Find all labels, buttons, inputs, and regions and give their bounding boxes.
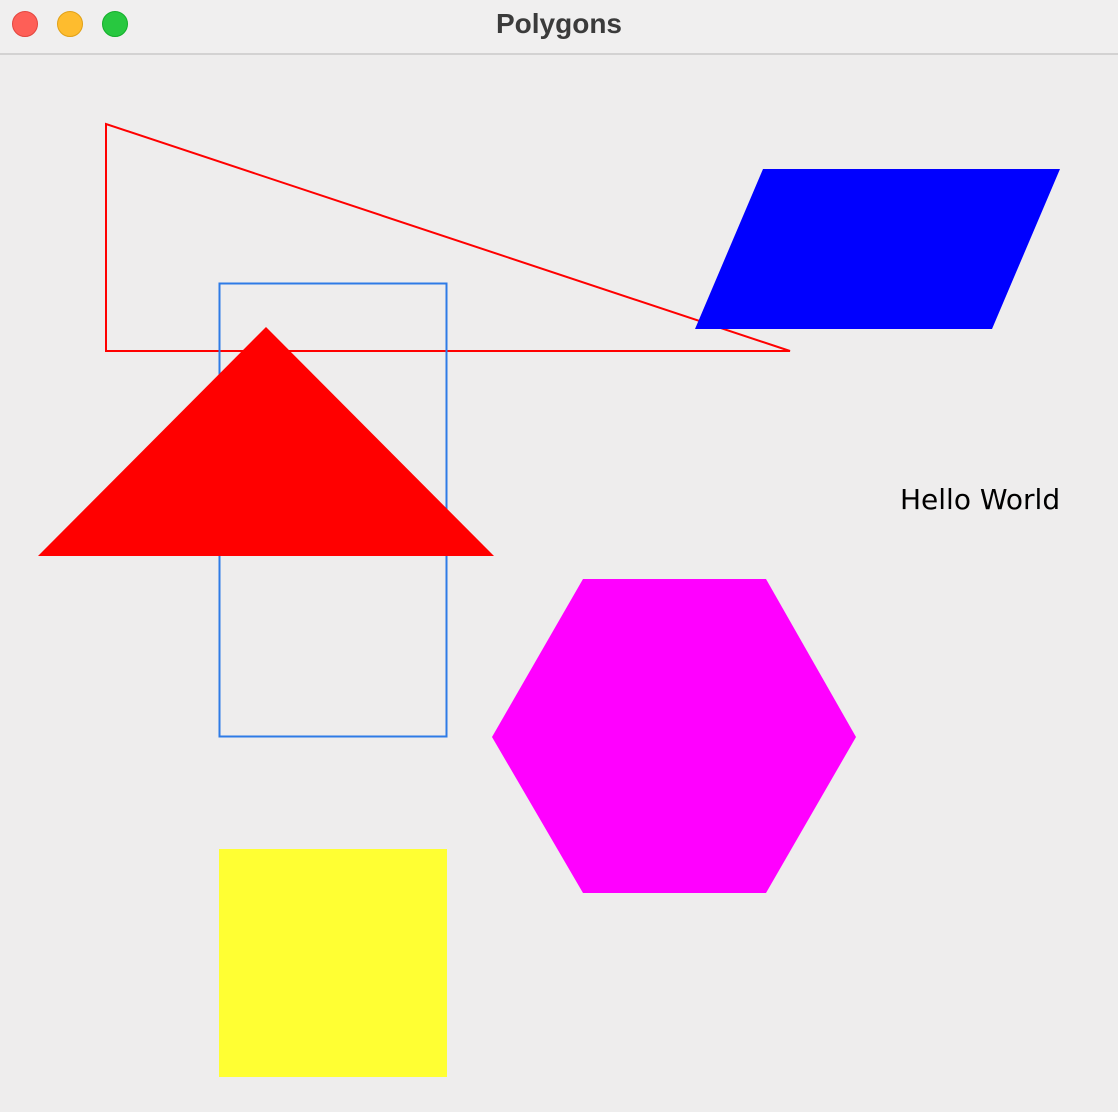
blue-parallelogram <box>695 169 1060 329</box>
red-filled-triangle <box>38 327 494 556</box>
drawing-canvas: Hello World <box>38 122 1060 1077</box>
outline-triangle <box>105 122 791 352</box>
magenta-hexagon <box>492 579 856 893</box>
yellow-square <box>219 849 447 1077</box>
hello-world-text: Hello World <box>900 483 1060 516</box>
app-window: Polygons Hello World <box>0 0 1118 1112</box>
